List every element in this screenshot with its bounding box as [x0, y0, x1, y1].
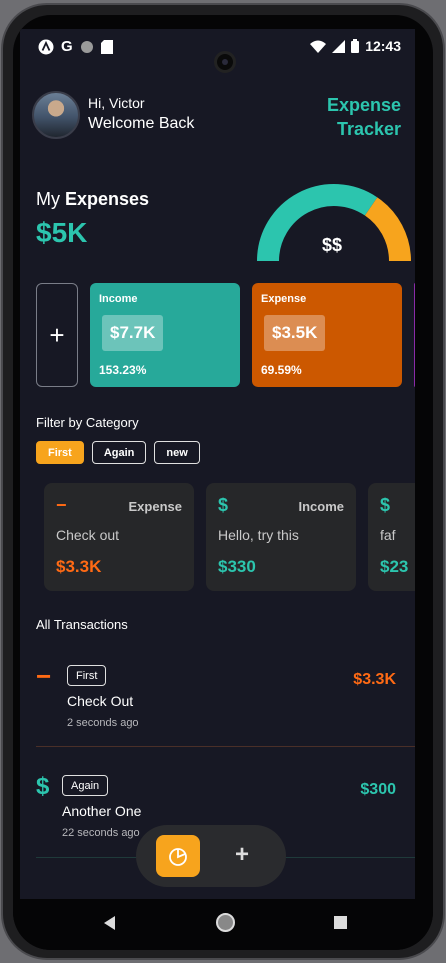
transaction-title: Check Out	[67, 693, 134, 709]
divider	[36, 746, 415, 747]
home-icon[interactable]	[216, 913, 235, 932]
front-camera	[214, 51, 236, 73]
app-a-icon	[38, 39, 54, 54]
battery-icon	[351, 39, 360, 53]
total-expenses: $5K	[36, 217, 88, 248]
add-category-button[interactable]: +	[36, 283, 78, 387]
gauge-expense-arc	[364, 197, 411, 262]
filter-chip-again[interactable]: Again	[91, 441, 147, 464]
income-card[interactable]: Income $7.7K 153.23%	[90, 283, 240, 387]
filter-chips: First Again new	[36, 441, 200, 464]
back-icon[interactable]	[104, 916, 115, 930]
google-icon: G	[61, 38, 73, 55]
summary-label-bold: Expenses	[65, 189, 150, 209]
filter-chip-new[interactable]: new	[154, 441, 200, 464]
avatar[interactable]	[32, 91, 80, 139]
next-card-edge[interactable]	[414, 283, 415, 387]
expense-card-percent: 69.59%	[261, 363, 302, 377]
wifi-icon	[310, 40, 327, 53]
dollar-icon: $	[380, 495, 391, 515]
filter-title: Filter by Category	[36, 415, 139, 430]
gauge-label: $$	[321, 235, 343, 255]
transaction-tag: First	[67, 665, 107, 686]
transaction-title: Another One	[62, 803, 142, 819]
minus-icon: −	[36, 661, 52, 691]
welcome-text: Welcome Back	[88, 115, 195, 132]
expense-card-value: $3.5K	[264, 315, 326, 351]
income-card-value: $7.7K	[102, 315, 164, 351]
category-kind: Expense	[128, 499, 182, 514]
transaction-row[interactable]: − First Check Out 2 seconds ago $3.3K	[36, 661, 415, 743]
transactions-title: All Transactions	[36, 617, 128, 632]
income-card-percent: 153.23%	[99, 363, 147, 377]
summary-label-prefix: My	[36, 189, 60, 209]
expense-gauge	[257, 184, 411, 262]
transaction-amount: $300	[360, 781, 396, 798]
category-kind: Income	[298, 499, 344, 514]
circle-icon	[80, 40, 93, 53]
home-tab-button[interactable]	[156, 835, 200, 877]
app-title: Expense Tracker	[326, 95, 401, 139]
status-time: 12:43	[365, 38, 401, 54]
app-screen: G 12:43 Hi, Victor Welcome Back Expense …	[20, 29, 415, 899]
category-card[interactable]: − Expense Check out $3.3K	[44, 483, 194, 591]
transaction-time: 2 seconds ago	[67, 717, 139, 729]
category-desc: Check out	[56, 527, 120, 543]
category-desc: faf	[380, 527, 396, 543]
category-amount: $23	[380, 557, 409, 576]
category-card[interactable]: $ faf $23	[368, 483, 415, 591]
category-card[interactable]: $ Income Hello, try this $330	[206, 483, 356, 591]
category-amount: $3.3K	[56, 557, 102, 576]
transaction-time: 22 seconds ago	[62, 827, 140, 839]
category-desc: Hello, try this	[218, 527, 299, 543]
sd-card-icon	[100, 39, 113, 54]
transaction-amount: $3.3K	[353, 671, 396, 688]
greeting-text: Hi, Victor	[88, 95, 145, 111]
minus-icon: −	[56, 495, 67, 515]
expense-card[interactable]: Expense $3.5K 69.59%	[252, 283, 402, 387]
pie-chart-icon	[169, 848, 187, 866]
income-card-title: Income	[99, 293, 138, 305]
category-amount: $330	[218, 557, 256, 576]
dollar-icon: $	[218, 495, 229, 515]
recent-apps-icon[interactable]	[334, 916, 347, 929]
filter-chip-first[interactable]: First	[36, 441, 84, 464]
phone-bezel: G 12:43 Hi, Victor Welcome Back Expense …	[13, 15, 433, 950]
dollar-icon: $	[36, 773, 50, 800]
summary-label: My Expenses	[36, 189, 149, 210]
bottom-nav: +	[136, 825, 286, 887]
phone-frame: G 12:43 Hi, Victor Welcome Back Expense …	[1, 3, 445, 960]
greeting-block: Hi, Victor Welcome Back	[88, 95, 194, 133]
category-carousel[interactable]: − Expense Check out $3.3K $ Income Hello…	[44, 483, 415, 593]
transaction-tag: Again	[62, 775, 109, 796]
system-nav-bar	[13, 899, 433, 950]
signal-icon	[332, 39, 346, 53]
add-transaction-button[interactable]: +	[230, 843, 254, 867]
expense-card-title: Expense	[261, 293, 307, 305]
